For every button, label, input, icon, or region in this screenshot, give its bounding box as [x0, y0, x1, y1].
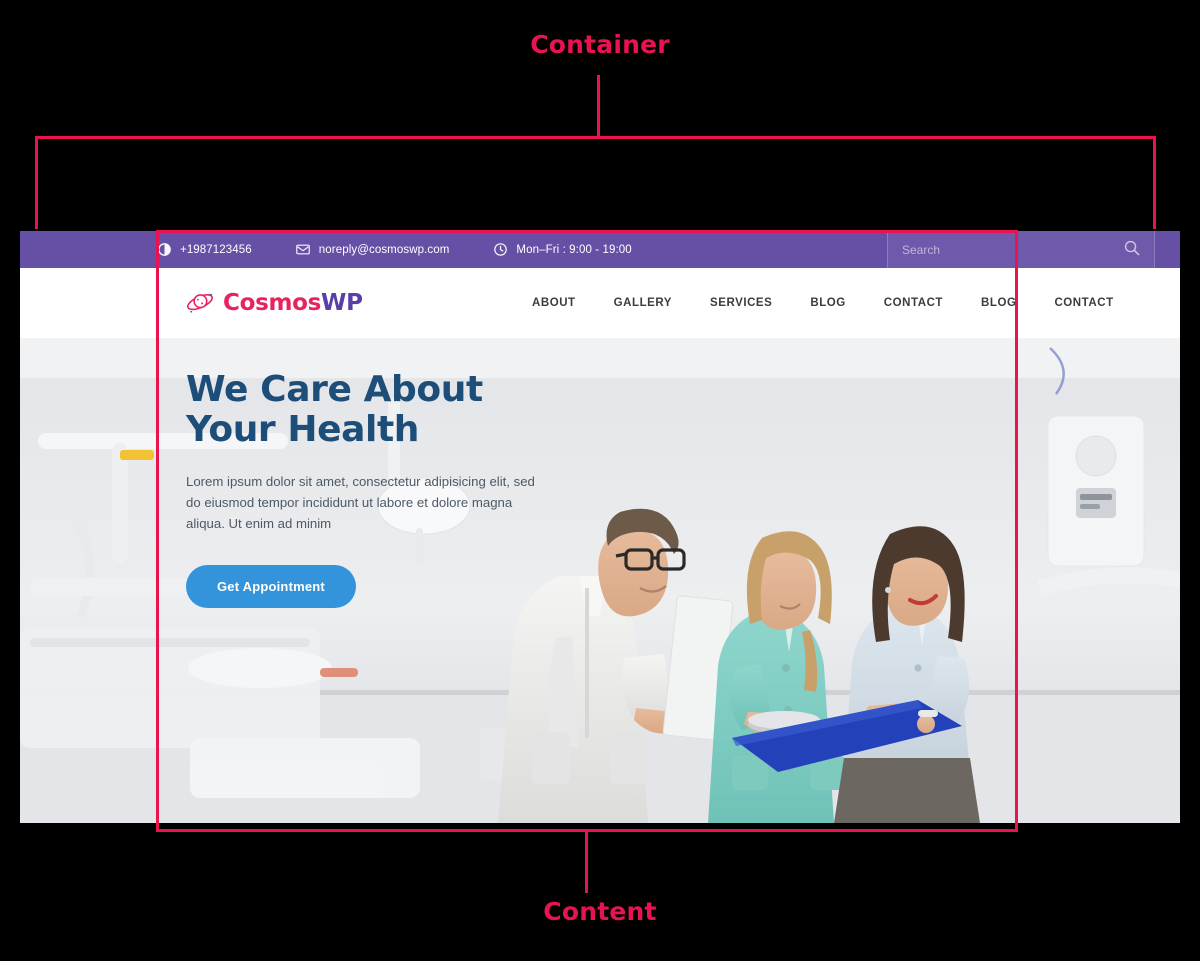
envelope-icon	[295, 243, 310, 257]
search-submit-button[interactable]	[1110, 231, 1154, 268]
container-bracket-left	[35, 136, 38, 229]
clock-icon	[493, 243, 507, 257]
search-icon	[1124, 240, 1140, 259]
hero-title-line2: Your Health	[186, 409, 420, 451]
container-bracket-top	[35, 136, 1156, 139]
search-input[interactable]	[888, 242, 1110, 257]
nav-item-about[interactable]: ABOUT	[532, 297, 576, 309]
hero-content: We Care About Your Health Lorem ipsum do…	[186, 369, 566, 608]
website-preview: +1987123456 noreply@cosmoswp.com Mon–Fri…	[20, 231, 1180, 823]
container-callout-stem	[597, 75, 600, 139]
hero-subtitle: Lorem ipsum dolor sit amet, consectetur …	[186, 473, 535, 532]
annotation-label-content: Content	[543, 897, 657, 926]
get-appointment-button[interactable]: Get Appointment	[186, 564, 356, 608]
hero-section: We Care About Your Health Lorem ipsum do…	[20, 338, 1180, 823]
topbar-email[interactable]: noreply@cosmoswp.com	[295, 243, 450, 257]
topbar-hours: Mon–Fri : 9:00 - 19:00	[493, 243, 632, 257]
planet-icon	[185, 289, 215, 317]
hero-title-line1: We Care About	[186, 369, 483, 410]
search-box[interactable]	[887, 231, 1155, 268]
topbar-email-text: noreply@cosmoswp.com	[318, 243, 450, 256]
annotated-screenshot: Container +1987123456 noreply@cosmoswp.c…	[0, 0, 1200, 961]
nav-item-blog[interactable]: BLOG	[810, 297, 845, 309]
content-callout-stem	[585, 831, 588, 893]
main-nav: ABOUT GALLERY SERVICES BLOG CONTACT BLOG…	[532, 297, 1114, 309]
annotation-label-container: Container	[530, 30, 670, 59]
nav-item-blog-2[interactable]: BLOG	[981, 297, 1016, 309]
nav-item-contact[interactable]: CONTACT	[884, 297, 943, 309]
site-header: CosmosWP ABOUT GALLERY SERVICES BLOG CON…	[20, 268, 1180, 338]
nav-item-gallery[interactable]: GALLERY	[614, 297, 672, 309]
site-logo[interactable]: CosmosWP	[185, 289, 363, 317]
hero-title: We Care About Your Health	[186, 369, 566, 451]
logo-text-primary: Cosmos	[223, 290, 322, 316]
nav-item-services[interactable]: SERVICES	[710, 297, 772, 309]
nav-item-contact-2[interactable]: CONTACT	[1054, 297, 1113, 309]
container-bracket-right	[1153, 136, 1156, 229]
topbar-hours-text: Mon–Fri : 9:00 - 19:00	[516, 243, 632, 256]
topbar-phone-text: +1987123456	[180, 243, 252, 256]
phone-icon	[157, 243, 171, 257]
logo-text-secondary: WP	[321, 290, 363, 316]
topbar-phone[interactable]: +1987123456	[157, 243, 252, 257]
site-topbar: +1987123456 noreply@cosmoswp.com Mon–Fri…	[20, 231, 1180, 268]
